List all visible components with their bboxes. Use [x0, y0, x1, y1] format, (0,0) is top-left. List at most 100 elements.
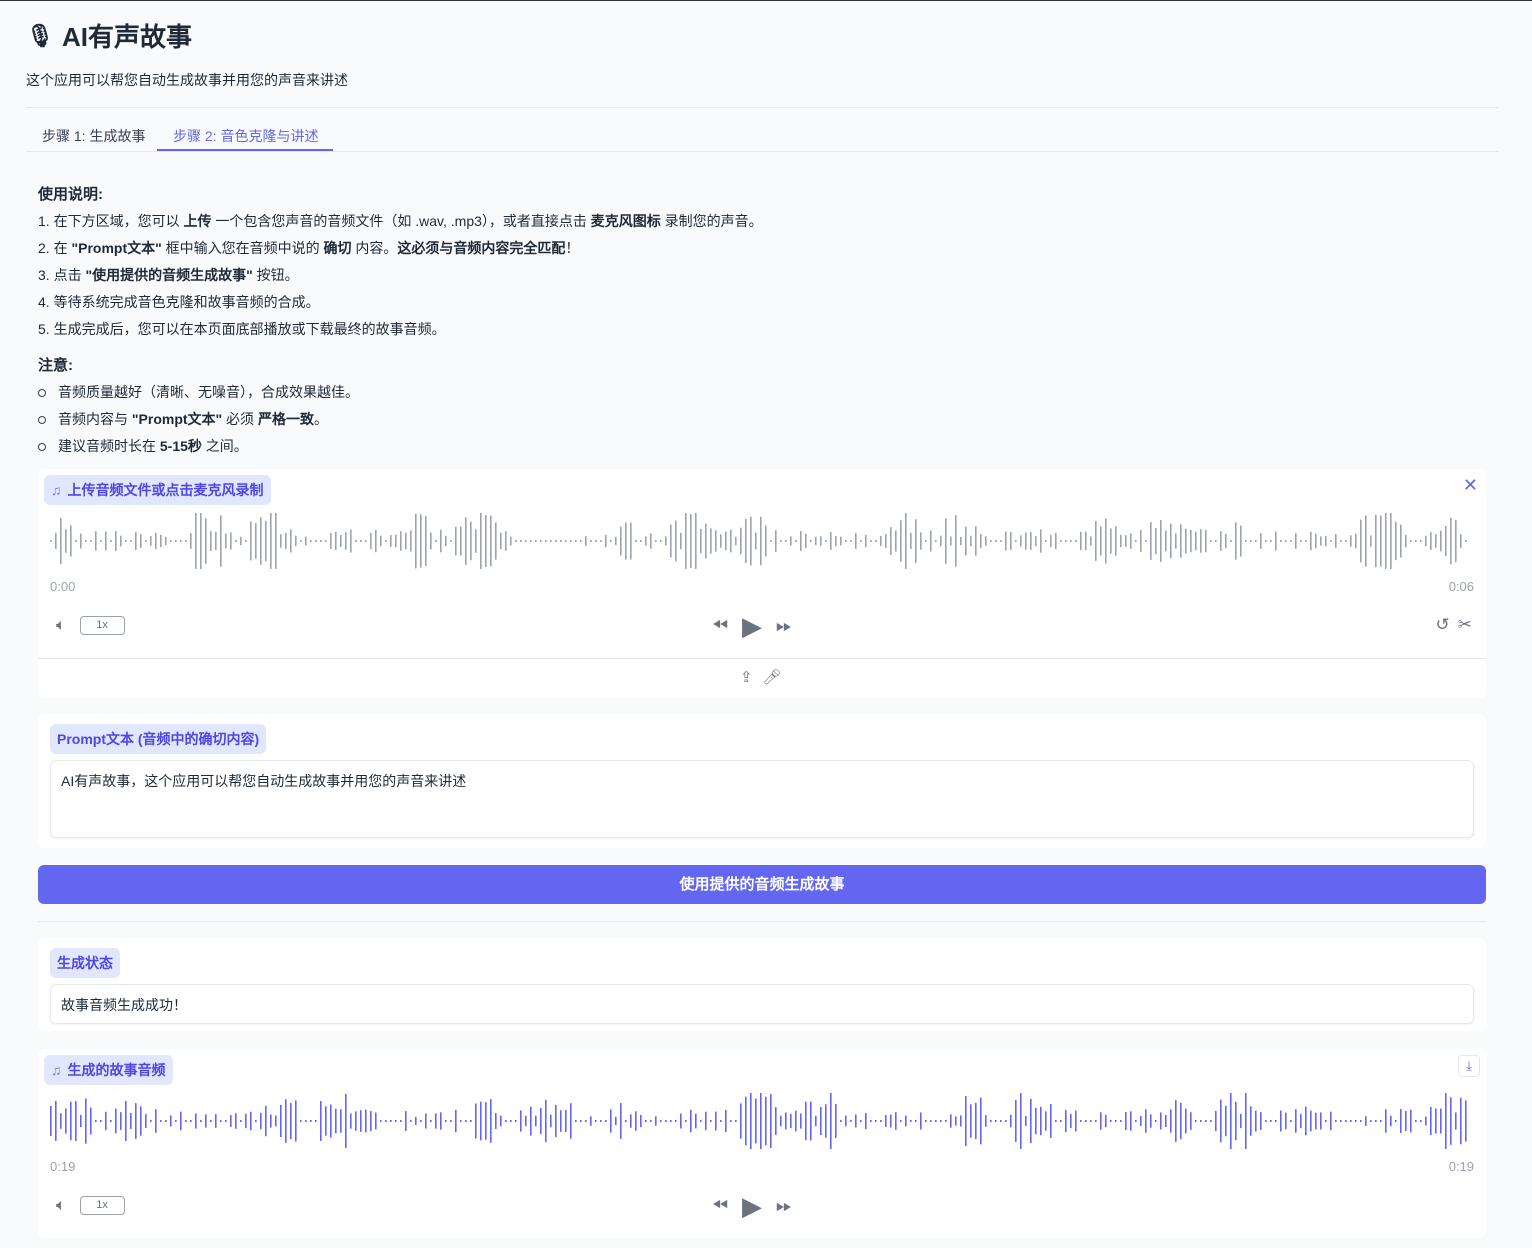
waveform-bar	[425, 516, 427, 566]
waveform-bar	[845, 1115, 847, 1127]
waveform-bar	[735, 536, 737, 546]
waveform-bar	[920, 532, 922, 550]
waveform-bar	[480, 1101, 482, 1141]
waveform-bar	[1275, 531, 1277, 551]
waveform-bar	[1090, 1120, 1092, 1122]
playback-speed-button[interactable]: 1x	[79, 616, 125, 635]
waveform-bar	[1030, 1098, 1032, 1144]
waveform-bar	[125, 540, 127, 542]
waveform-bar	[270, 513, 272, 569]
waveform-bar	[135, 1103, 137, 1139]
waveform-bar	[960, 536, 962, 546]
waveform-bar	[530, 1106, 532, 1136]
waveform-bar	[1170, 1109, 1172, 1133]
undo-icon[interactable]: ↺	[1436, 615, 1450, 635]
waveform-bar	[355, 1111, 357, 1131]
waveform-bar	[1390, 513, 1392, 569]
waveform-bar	[775, 530, 777, 552]
waveform-bar	[1025, 1116, 1027, 1126]
waveform-bar	[320, 1101, 322, 1141]
text-segment: 。	[313, 411, 328, 427]
waveform-bar	[1440, 530, 1442, 552]
waveform-bar	[200, 513, 202, 569]
waveform-bar	[1340, 540, 1342, 542]
upload-audio-label: ♫ 上传音频文件或点击麦克风录制	[44, 475, 271, 505]
upload-waveform[interactable]	[48, 513, 1474, 569]
playback-speed-button[interactable]: 1x	[79, 1196, 125, 1215]
waveform-bar	[835, 1103, 837, 1139]
waveform-bar	[965, 526, 967, 556]
download-icon[interactable]: ⤓	[1458, 1055, 1480, 1077]
waveform-bar	[1010, 1114, 1012, 1128]
text-segment: "Prompt文本"	[131, 411, 223, 427]
waveform-bar	[140, 534, 142, 548]
waveform-bar	[800, 1113, 802, 1129]
waveform-bar	[1125, 1112, 1127, 1130]
waveform-bar	[160, 1120, 162, 1122]
waveform-bar	[560, 1110, 562, 1132]
waveform-bar	[50, 1105, 52, 1137]
waveform-bar	[380, 1120, 382, 1122]
waveform-bar	[875, 1120, 877, 1122]
play-icon[interactable]: ▶	[742, 1191, 762, 1222]
generate-story-button[interactable]: 使用提供的音频生成故事	[38, 865, 1486, 904]
upload-icon[interactable]: ⇪	[740, 668, 753, 686]
waveform-bar	[420, 1120, 422, 1122]
prompt-textarea[interactable]: AI有声故事，这个应用可以帮您自动生成故事并用您的声音来讲述	[50, 760, 1474, 838]
waveform-bar	[420, 514, 422, 568]
text-segment: 内容。	[351, 240, 398, 256]
waveform-bar	[730, 1120, 732, 1122]
rewind-icon[interactable]: ⏪︎	[712, 615, 728, 638]
waveform-bar	[125, 1100, 127, 1142]
waveform-bar	[1000, 540, 1002, 542]
waveform-bar	[1145, 1109, 1147, 1133]
waveform-bar	[240, 536, 242, 546]
waveform-bar	[1050, 534, 1052, 548]
volume-icon[interactable]: 🔈︎	[56, 617, 66, 635]
fast-forward-icon[interactable]: ⏩︎	[776, 1195, 792, 1218]
output-waveform[interactable]	[48, 1093, 1474, 1149]
microphone-record-icon[interactable]: 🎤︎	[763, 668, 782, 686]
waveform-bar	[320, 540, 322, 542]
scissors-icon[interactable]: ✂	[1458, 615, 1472, 635]
waveform-bar	[1205, 529, 1207, 553]
waveform-bar	[95, 531, 97, 551]
tab-step-1[interactable]: 步骤 1: 生成故事	[42, 126, 145, 146]
fast-forward-icon[interactable]: ⏩︎	[776, 615, 792, 638]
close-icon[interactable]: ✕	[1463, 475, 1478, 496]
waveform-bar	[675, 1120, 677, 1122]
waveform-bar	[900, 1120, 902, 1122]
waveform-bar	[495, 1113, 497, 1129]
waveform-bar	[225, 1120, 227, 1122]
waveform-bar	[205, 1114, 207, 1128]
waveform-bar	[625, 1120, 627, 1122]
waveform-bar	[1160, 520, 1162, 562]
play-icon[interactable]: ▶	[742, 611, 762, 642]
waveform-bar	[810, 540, 812, 542]
waveform-bar	[830, 1093, 832, 1149]
waveform-bar	[610, 540, 612, 542]
waveform-bar	[775, 1107, 777, 1135]
list-item: 2. 在 "Prompt文本" 框中输入您在音频中说的 确切 内容。这必须与音频…	[38, 235, 1038, 262]
duration: 0:06	[1448, 579, 1474, 594]
waveform-bar	[270, 1114, 272, 1128]
current-time: 0:00	[50, 579, 76, 594]
waveform-bar	[90, 1107, 92, 1135]
waveform-bar	[375, 1112, 377, 1130]
waveform-bar	[1345, 1120, 1347, 1122]
waveform-bar	[650, 533, 652, 549]
waveform-bar	[300, 540, 302, 542]
waveform-bar	[985, 536, 987, 546]
waveform-bar	[1115, 526, 1117, 556]
prompt-label: Prompt文本 (音频中的确切内容)	[50, 724, 267, 754]
waveform-bar	[500, 532, 502, 550]
rewind-icon[interactable]: ⏪︎	[712, 1195, 728, 1218]
volume-icon[interactable]: 🔈︎	[56, 1197, 66, 1215]
tab-step-2[interactable]: 步骤 2: 音色克隆与讲述	[173, 126, 318, 146]
waveform-bar	[680, 1113, 682, 1129]
waveform-bar	[435, 540, 437, 542]
waveform-bar	[530, 540, 532, 542]
waveform-bar	[415, 513, 417, 569]
waveform-bar	[1265, 540, 1267, 542]
waveform-bar	[175, 540, 177, 542]
